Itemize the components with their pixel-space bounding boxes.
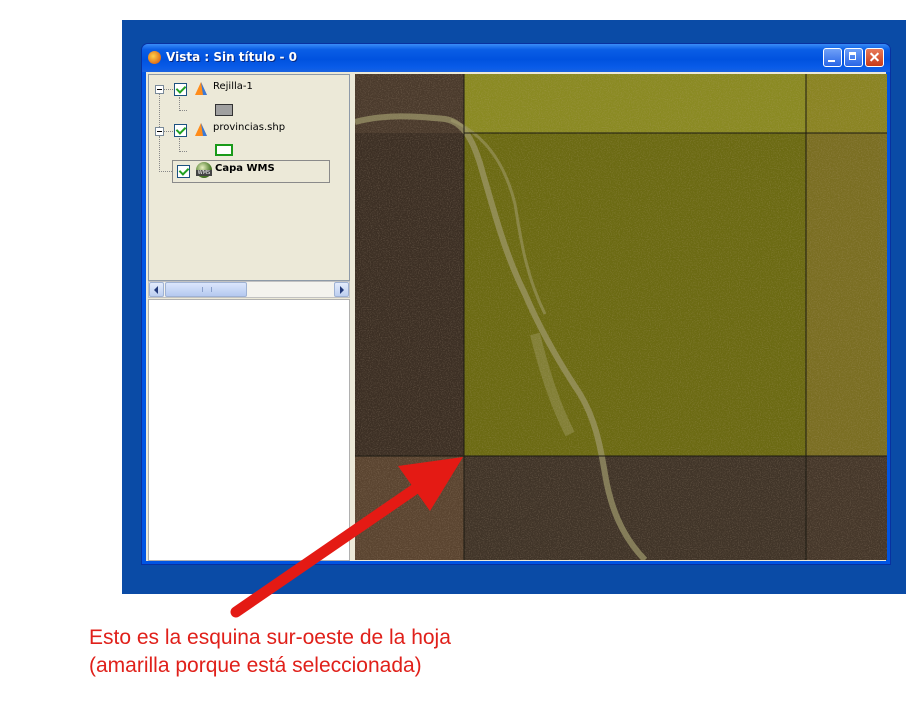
annotation-arrow <box>230 457 463 618</box>
annotation-line-1: Esto es la esquina sur-oeste de la hoja <box>89 626 451 649</box>
annotation-line-2: (amarilla porque está seleccionada) <box>89 654 422 677</box>
annotation-text: Esto es la esquina sur-oeste de la hoja … <box>89 624 451 680</box>
